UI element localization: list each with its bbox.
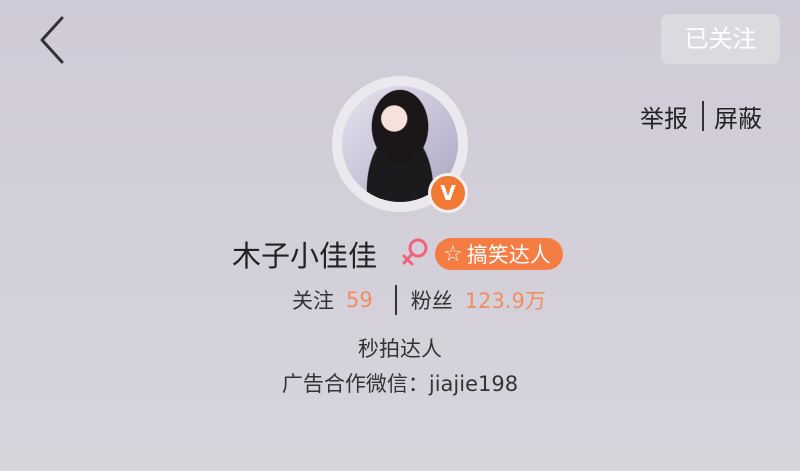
action-divider (702, 101, 704, 131)
profile-actions: 举报 屏蔽 (640, 96, 762, 136)
followers-count[interactable]: 123.9万 (465, 285, 546, 315)
block-link[interactable]: 屏蔽 (714, 99, 762, 134)
name-row: 木子小佳佳 ☆ 搞笑达人 (232, 234, 563, 274)
follow-status-button[interactable]: 已关注 (661, 14, 780, 64)
chevron-left-icon (40, 16, 64, 64)
stats-row: 关注 59 粉丝 123.9万 (292, 283, 546, 317)
following-label[interactable]: 关注 (292, 285, 334, 315)
followers-label[interactable]: 粉丝 (411, 285, 453, 315)
user-name: 木子小佳佳 (232, 239, 378, 273)
following-count[interactable]: 59 (346, 288, 373, 312)
star-icon: ☆ (443, 241, 463, 267)
verified-badge: V (428, 173, 468, 213)
report-link[interactable]: 举报 (640, 99, 688, 134)
bio-line-1: 秒拍达人 (358, 337, 442, 361)
stats-divider (394, 285, 397, 315)
talent-tag[interactable]: ☆ 搞笑达人 (435, 238, 563, 270)
back-button[interactable] (30, 12, 74, 68)
talent-tag-label: 搞笑达人 (466, 243, 551, 267)
bio-line-2: 广告合作微信：jiajie198 (281, 372, 519, 396)
female-icon (402, 238, 428, 266)
